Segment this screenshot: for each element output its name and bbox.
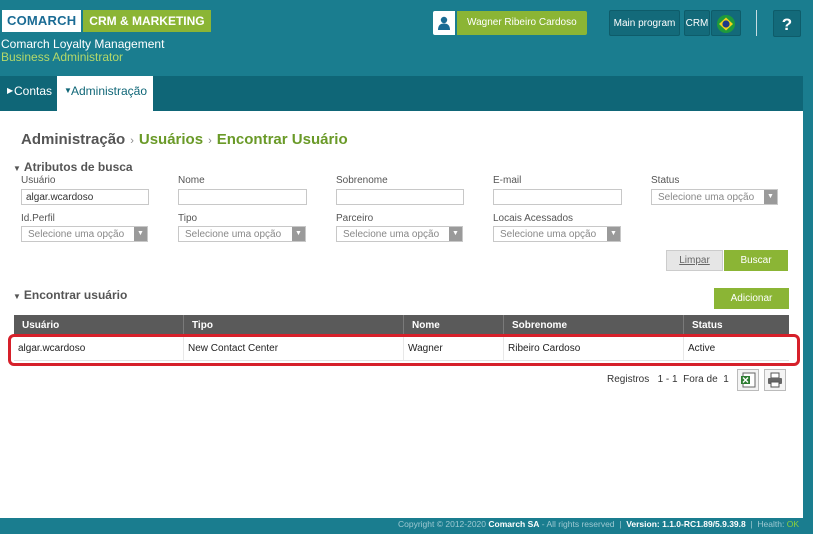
footer-text: Copyright © 2012-2020 Comarch SA - All r…: [398, 519, 799, 529]
records-info: Registros 1 - 1 Fora de 1: [607, 374, 729, 385]
nav-contas-label: Contas: [14, 84, 53, 98]
main-program-button[interactable]: Main program: [609, 10, 680, 36]
nome-label: Nome: [178, 175, 205, 186]
chevron-right-icon: ›: [130, 135, 134, 147]
chevron-right-icon: ›: [208, 135, 212, 147]
app-header: COMARCH CRM & MARKETING Comarch Loyalty …: [0, 0, 813, 76]
main-content: Administração › Usuários › Encontrar Usuário…: [0, 111, 803, 518]
breadcrumb: Administração › Usuários › Encontrar Usuário: [21, 131, 348, 148]
column-header-tipo[interactable]: Tipo: [184, 315, 404, 336]
header-divider: [756, 10, 757, 36]
records-of-label: Fora de: [683, 374, 718, 385]
company-name: Comarch SA: [488, 519, 540, 529]
locais-select-value: Selecione uma opção: [500, 229, 597, 240]
tipo-label: Tipo: [178, 213, 198, 224]
help-button[interactable]: ?: [773, 10, 801, 37]
triangle-down-icon: ▼: [13, 292, 21, 301]
user-name: Wagner Ribeiro Cardoso: [457, 11, 587, 35]
email-input[interactable]: [493, 189, 622, 205]
email-label: E-mail: [493, 175, 522, 186]
locais-select[interactable]: Selecione uma opção ▼: [493, 226, 621, 242]
brand-text: COMARCH: [2, 10, 82, 32]
dropdown-arrow-icon: ▼: [134, 227, 147, 241]
health-label: Health:: [757, 519, 785, 529]
breadcrumb-root[interactable]: Administração: [21, 131, 125, 148]
printer-icon: [768, 372, 782, 388]
nav-administracao-label: Administração: [71, 84, 148, 98]
usuario-label: Usuário: [21, 175, 56, 186]
dropdown-arrow-icon: ▼: [607, 227, 620, 241]
print-button[interactable]: [764, 369, 786, 391]
parceiro-select-value: Selecione uma opção: [343, 229, 440, 240]
results-section-toggle[interactable]: ▼ Encontrar usuário: [13, 288, 127, 302]
nome-input[interactable]: [178, 189, 307, 205]
id-perfil-select-value: Selecione uma opção: [28, 229, 125, 240]
records-label: Registros: [607, 374, 650, 385]
caret-down-icon: ▼: [64, 86, 72, 95]
tipo-select[interactable]: Selecione uma opção ▼: [178, 226, 306, 242]
search-button[interactable]: Buscar: [724, 250, 788, 271]
nav-contas[interactable]: ▶ Contas: [0, 76, 57, 111]
search-section-toggle[interactable]: ▼ Atributos de busca: [13, 160, 133, 174]
tipo-select-value: Selecione uma opção: [185, 229, 282, 240]
id-perfil-select[interactable]: Selecione uma opção ▼: [21, 226, 148, 242]
rights-text: - All rights reserved: [541, 519, 615, 529]
excel-icon: [741, 372, 756, 388]
breadcrumb-usuarios[interactable]: Usuários: [139, 131, 203, 148]
version-label: Version:: [626, 519, 660, 529]
records-total: 1: [723, 374, 729, 385]
usuario-input[interactable]: [21, 189, 149, 205]
sobrenome-input[interactable]: [336, 189, 464, 205]
app-role: Business Administrator: [1, 50, 124, 64]
crm-button[interactable]: CRM: [684, 10, 710, 36]
user-menu[interactable]: Wagner Ribeiro Cardoso: [433, 11, 587, 35]
health-value: OK: [786, 519, 799, 529]
records-range: 1 - 1: [657, 374, 678, 385]
status-select-value: Selecione uma opção: [658, 192, 755, 203]
export-excel-button[interactable]: [737, 369, 759, 391]
column-header-usuario[interactable]: Usuário: [14, 315, 184, 336]
status-label: Status: [651, 175, 680, 186]
copyright: Copyright © 2012-2020: [398, 519, 487, 529]
column-header-sobrenome[interactable]: Sobrenome: [504, 315, 684, 336]
brazil-flag-icon: [717, 15, 735, 33]
locais-label: Locais Acessados: [493, 213, 574, 224]
caret-right-icon: ▶: [7, 86, 14, 95]
column-header-status[interactable]: Status: [684, 315, 789, 336]
product-text: CRM & MARKETING: [83, 10, 211, 32]
footer: Copyright © 2012-2020 Comarch SA - All r…: [0, 518, 813, 534]
status-select[interactable]: Selecione uma opção ▼: [651, 189, 778, 205]
column-header-nome[interactable]: Nome: [404, 315, 504, 336]
breadcrumb-current: Encontrar Usuário: [216, 131, 348, 148]
clear-button[interactable]: Limpar: [666, 250, 723, 271]
main-nav: ▶ Contas ▼ Administração: [0, 76, 803, 111]
language-button[interactable]: [711, 10, 741, 36]
parceiro-select[interactable]: Selecione uma opção ▼: [336, 226, 463, 242]
add-button[interactable]: Adicionar: [714, 288, 789, 309]
results-section-title: Encontrar usuário: [23, 288, 128, 302]
id-perfil-label: Id.Perfil: [21, 213, 55, 224]
comarch-logo: COMARCH CRM & MARKETING: [2, 10, 211, 32]
nav-administracao[interactable]: ▼ Administração: [57, 76, 153, 111]
app-title: Comarch Loyalty Management: [1, 37, 165, 51]
table-header: Usuário Tipo Nome Sobrenome Status: [14, 315, 789, 336]
row-highlight-annotation: [8, 334, 800, 366]
user-icon: [433, 11, 455, 35]
search-section-title: Atributos de busca: [23, 160, 133, 174]
version-value: 1.1.0-RC1.89/5.9.39.8: [662, 519, 746, 529]
dropdown-arrow-icon: ▼: [292, 227, 305, 241]
parceiro-label: Parceiro: [336, 213, 374, 224]
triangle-down-icon: ▼: [13, 164, 21, 173]
dropdown-arrow-icon: ▼: [764, 190, 777, 204]
sobrenome-label: Sobrenome: [336, 175, 388, 186]
dropdown-arrow-icon: ▼: [449, 227, 462, 241]
